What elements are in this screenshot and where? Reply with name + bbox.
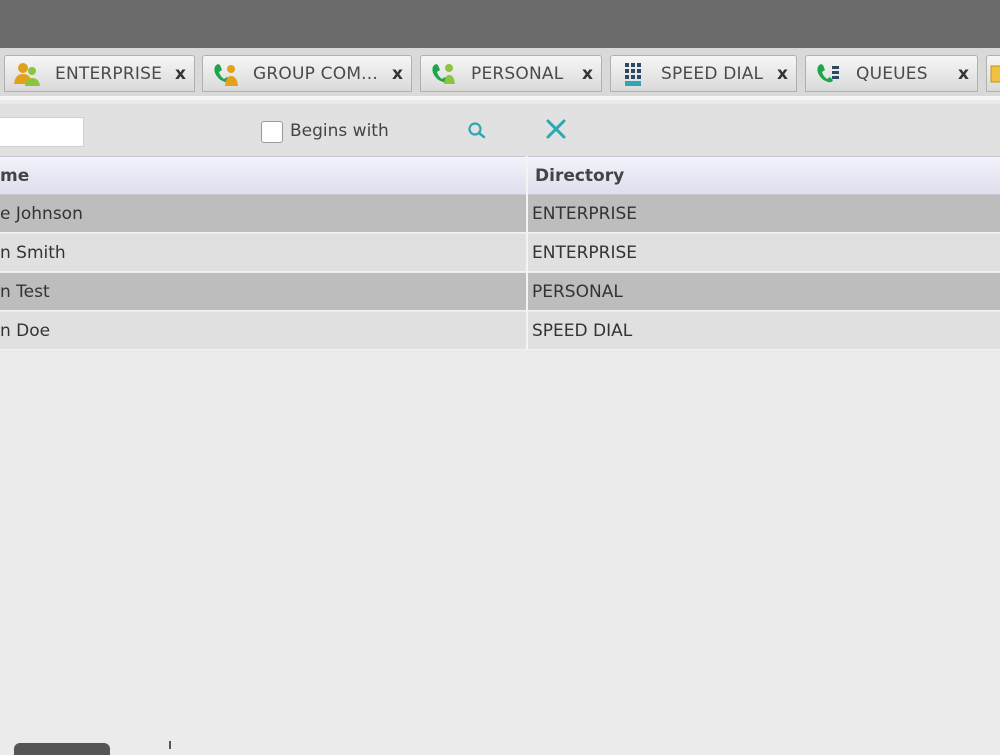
window-top-bar — [0, 0, 1000, 48]
bottom-panel-tab[interactable] — [14, 743, 110, 755]
table-row[interactable]: n Doe SPEED DIAL — [0, 312, 1000, 350]
column-divider[interactable] — [526, 156, 528, 350]
search-toolbar — [0, 104, 1000, 156]
search-button[interactable] — [463, 118, 491, 142]
table-row[interactable]: n Test PERSONAL — [0, 273, 1000, 311]
tab-speed-dial[interactable]: SPEED DIAL x — [610, 55, 797, 92]
clear-search-button[interactable] — [543, 116, 569, 142]
begins-with-checkbox[interactable] — [261, 121, 283, 143]
group-common-icon — [209, 59, 241, 89]
tab-personal[interactable]: PERSONAL x — [420, 55, 602, 92]
tab-close-button[interactable]: x — [582, 64, 593, 84]
table-header: me Directory — [0, 156, 1000, 195]
begins-with-label: Begins with — [290, 121, 389, 141]
cell-name: n Doe — [0, 321, 51, 341]
tab-group-common[interactable]: GROUP COM... x — [202, 55, 412, 92]
column-header-directory[interactable]: Directory — [535, 166, 624, 186]
speed-dial-icon — [617, 59, 649, 89]
cell-name: n Test — [0, 282, 50, 302]
cell-name: n Smith — [0, 243, 66, 263]
bottom-divider — [169, 741, 171, 749]
search-input[interactable] — [0, 117, 84, 147]
tab-overflow[interactable] — [986, 55, 1000, 92]
cell-name: e Johnson — [0, 204, 83, 224]
table-row[interactable]: n Smith ENTERPRISE — [0, 234, 1000, 272]
cell-directory: ENTERPRISE — [532, 204, 638, 224]
enterprise-icon — [11, 59, 43, 89]
search-icon — [468, 122, 486, 139]
close-icon — [546, 119, 566, 139]
tab-label: SPEED DIAL — [661, 63, 764, 84]
cell-directory: SPEED DIAL — [532, 321, 633, 341]
tab-label: PERSONAL — [471, 63, 564, 84]
directory-tab-strip: ENTERPRISE x GROUP COM... x PERSONAL x S… — [0, 48, 1000, 100]
tab-close-button[interactable]: x — [958, 64, 969, 84]
tab-close-button[interactable]: x — [777, 64, 788, 84]
tab-label: ENTERPRISE — [55, 63, 163, 84]
tab-enterprise[interactable]: ENTERPRISE x — [4, 55, 195, 92]
cell-directory: PERSONAL — [532, 282, 623, 302]
queues-icon — [812, 59, 844, 89]
column-header-name[interactable]: me — [0, 166, 29, 186]
cell-directory: ENTERPRISE — [532, 243, 638, 263]
personal-icon — [427, 59, 459, 89]
tab-label: QUEUES — [856, 63, 928, 84]
folder-icon — [987, 59, 1000, 89]
tab-close-button[interactable]: x — [175, 64, 186, 84]
tab-close-button[interactable]: x — [392, 64, 403, 84]
tab-queues[interactable]: QUEUES x — [805, 55, 978, 92]
table-row[interactable]: e Johnson ENTERPRISE — [0, 195, 1000, 233]
tab-label: GROUP COM... — [253, 63, 378, 84]
